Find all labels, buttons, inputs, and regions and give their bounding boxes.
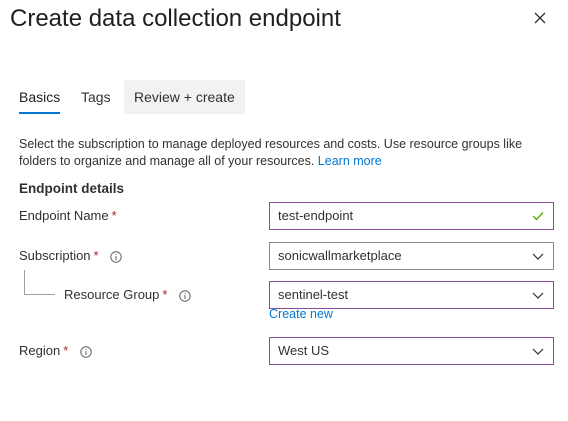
region-dropdown[interactable]: West US	[269, 337, 554, 365]
resource-group-label: Resource Group *	[64, 286, 191, 304]
close-icon	[534, 12, 546, 24]
endpoint-name-value: test-endpoint	[278, 208, 354, 223]
close-button[interactable]	[530, 8, 550, 28]
tab-review-create[interactable]: Review + create	[124, 80, 245, 114]
create-dce-panel: Create data collection endpoint Basics T…	[0, 0, 568, 421]
required-asterisk: *	[63, 343, 69, 358]
info-icon[interactable]	[110, 250, 122, 263]
subscription-label-text: Subscription	[19, 248, 91, 263]
endpoint-name-label: Endpoint Name *	[19, 207, 117, 225]
tab-basics-label: Basics	[19, 89, 61, 105]
info-icon[interactable]	[80, 345, 92, 358]
tree-connector	[24, 270, 55, 295]
resource-group-value: sentinel-test	[278, 287, 349, 302]
endpoint-name-input[interactable]: test-endpoint	[269, 202, 554, 230]
learn-more-link[interactable]: Learn more	[318, 154, 382, 168]
page-title: Create data collection endpoint	[10, 5, 341, 32]
region-label-text: Region	[19, 343, 61, 358]
resource-group-label-text: Resource Group	[64, 287, 160, 302]
required-asterisk: *	[111, 208, 117, 223]
create-new-link[interactable]: Create new	[269, 307, 333, 321]
tab-tags-label: Tags	[81, 89, 111, 105]
required-asterisk: *	[93, 248, 99, 263]
section-title: Endpoint details	[19, 181, 125, 196]
subscription-dropdown[interactable]: sonicwallmarketplace	[269, 242, 554, 270]
region-label: Region *	[19, 342, 92, 360]
chevron-down-icon	[532, 292, 544, 299]
resource-group-dropdown[interactable]: sentinel-test	[269, 281, 554, 309]
description-text: Select the subscription to manage deploy…	[19, 137, 523, 168]
subscription-value: sonicwallmarketplace	[278, 248, 402, 263]
subscription-label: Subscription *	[19, 247, 122, 265]
endpoint-name-label-text: Endpoint Name	[19, 208, 109, 223]
tab-review-create-label: Review + create	[134, 89, 235, 105]
tab-basics[interactable]: Basics	[19, 80, 61, 114]
check-icon	[532, 212, 544, 221]
description: Select the subscription to manage deploy…	[19, 136, 549, 170]
chevron-down-icon	[532, 253, 544, 260]
chevron-down-icon	[532, 348, 544, 355]
required-asterisk: *	[162, 287, 168, 302]
region-value: West US	[278, 343, 330, 358]
info-icon[interactable]	[179, 289, 191, 302]
tab-tags[interactable]: Tags	[81, 80, 111, 114]
